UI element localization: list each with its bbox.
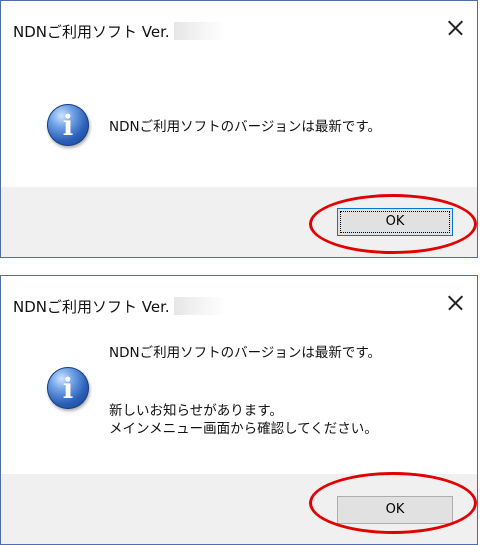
close-button[interactable] <box>435 11 475 45</box>
close-button[interactable] <box>435 286 475 320</box>
title-bar: NDNご利用ソフト Ver. <box>1 1 477 47</box>
button-bar: OK <box>1 187 477 257</box>
ok-button[interactable]: OK <box>337 496 453 524</box>
redacted-version <box>173 297 226 315</box>
message-line-2: 新しいお知らせがあります。 <box>109 403 283 419</box>
message-line-3: メインメニュー画面から確認してください。 <box>109 421 378 437</box>
version-dialog-2: NDNご利用ソフト Ver. i NDNご利用ソフトのバージョンは最新です。 新… <box>0 275 478 545</box>
title-bar: NDNご利用ソフト Ver. <box>1 276 477 322</box>
info-icon: i <box>47 367 89 409</box>
dialog-title: NDNご利用ソフト Ver. <box>13 21 226 42</box>
dialog-title: NDNご利用ソフト Ver. <box>13 296 226 317</box>
message-line-1: NDNご利用ソフトのバージョンは最新です。 <box>109 345 381 361</box>
message-text: NDNご利用ソフトのバージョンは最新です。 <box>109 119 381 135</box>
redacted-version <box>173 22 226 40</box>
ok-button[interactable]: OK <box>337 208 453 236</box>
info-icon: i <box>47 104 89 146</box>
version-dialog-1: NDNご利用ソフト Ver. i NDNご利用ソフトのバージョンは最新です。 O… <box>0 0 478 258</box>
button-bar: OK <box>1 474 477 544</box>
